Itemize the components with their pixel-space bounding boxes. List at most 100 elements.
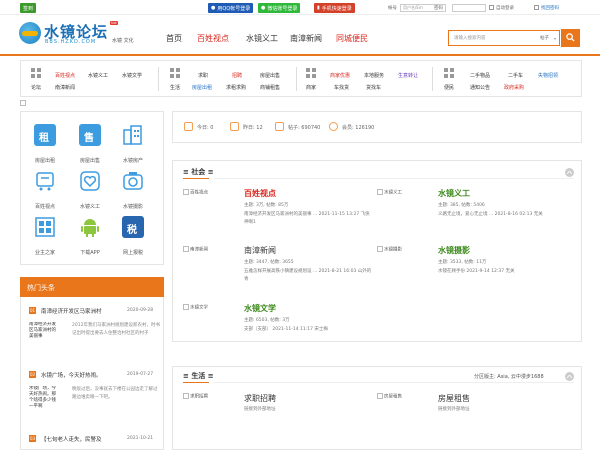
forum-desc: 链接到外部地址 xyxy=(244,407,276,412)
cat-link-tongzhi[interactable]: 通知公告 xyxy=(470,84,490,91)
search-button[interactable] xyxy=(561,29,580,47)
forum-title[interactable]: 房屋租售 xyxy=(438,393,470,404)
tile-label[interactable]: 水镜房产 xyxy=(113,157,153,164)
cat-link-qiuzhi[interactable]: 求职 xyxy=(198,72,208,79)
cat-link-youhui[interactable]: 商家优惠 xyxy=(330,72,350,79)
forum-last-post[interactable]: 支部（支部） 2021-11-14 11:17 宋士梅 xyxy=(244,326,328,332)
forum-title[interactable]: 水镜义工 xyxy=(438,188,470,199)
forum-title[interactable]: 求职招聘 xyxy=(244,393,276,404)
chevron-down-icon: ▾ xyxy=(554,36,557,41)
nav-yigong[interactable]: 水镜义工 xyxy=(246,33,278,44)
camera-icon[interactable] xyxy=(122,170,144,192)
section-underline xyxy=(183,382,209,383)
sale-icon[interactable]: 售 xyxy=(79,124,101,146)
forum-image[interactable]: 百姓视点 xyxy=(183,189,233,196)
grid-icon xyxy=(170,68,180,78)
logo-wave xyxy=(22,31,38,36)
account-label: 帐号 xyxy=(388,6,397,11)
forum-last-post[interactable]: 南漳经济开发区马家洲村的美丽事 ... 2021-11-15 13:27 飞侠神… xyxy=(244,211,374,227)
cart-icon[interactable] xyxy=(34,170,56,192)
nav-home[interactable]: 首页 xyxy=(166,33,182,44)
section-moderators[interactable]: 分区版主: Asia, 云中漫步1688 xyxy=(474,373,544,380)
hot-rank-badge: 01 xyxy=(29,307,36,314)
section-underline xyxy=(183,178,209,179)
home-icon[interactable] xyxy=(34,216,56,238)
cat-link-yigong[interactable]: 水镜义工 xyxy=(88,72,108,79)
tile-label[interactable]: 水镜摄影 xyxy=(113,203,153,210)
forum-last-post[interactable]: 五雅怎样开展高铁小镇建设规划设 ... 2021-8-21 16:03 山外的青 xyxy=(244,268,374,284)
tile-label[interactable]: 百姓视点 xyxy=(25,203,65,210)
nav-news[interactable]: 南漳新闻 xyxy=(290,33,322,44)
building-icon[interactable] xyxy=(122,124,144,146)
cat-link-huozhaoche[interactable]: 货找车 xyxy=(366,84,381,91)
forum-image[interactable]: 水镜文学 xyxy=(183,304,233,311)
tax-icon[interactable]: 税 xyxy=(122,216,144,238)
android-icon[interactable] xyxy=(79,216,101,238)
rent-icon[interactable]: 租 xyxy=(34,124,56,146)
signin-button[interactable]: 签到 xyxy=(20,3,37,13)
android-svg xyxy=(81,219,99,237)
cat-link-news[interactable]: 南漳新闻 xyxy=(55,84,75,91)
hot-item-date: 2020-09-28 xyxy=(127,308,154,313)
cat-link-shangpu[interactable]: 商铺租售 xyxy=(260,84,280,91)
stat-members: 会员: 126190 xyxy=(342,125,375,131)
password-input[interactable] xyxy=(452,4,486,12)
cat-group-bianmin: 便民 xyxy=(444,85,455,91)
cat-link-zhuanrang[interactable]: 生意转让 xyxy=(398,72,418,79)
cart-svg xyxy=(36,172,54,191)
forum-last-post[interactable]: 义路无止境，爱心无止境 ... 2021-8-16 02:13 无关 xyxy=(438,211,543,217)
cat-link-ershouche[interactable]: 二手车 xyxy=(508,72,523,79)
forum-meta: 主题: 6503, 帖数: 3万 xyxy=(244,318,290,323)
forum-image[interactable]: 房屋租售 xyxy=(377,393,427,400)
forum-title[interactable]: 水镜摄影 xyxy=(438,245,470,256)
cat-link-ershou[interactable]: 二手物品 xyxy=(470,72,490,79)
qq-login-button[interactable]: ● 用QQ帐号登录 xyxy=(208,3,254,13)
cat-link-caigou[interactable]: 政府采购 xyxy=(504,84,524,91)
forum-image[interactable]: 水镜义工 xyxy=(377,189,427,196)
wechat-login-button[interactable]: ● 微信账号登录 xyxy=(258,3,301,13)
heart-icon[interactable] xyxy=(79,170,101,192)
hot-item-title[interactable]: 南漳经济开发区马家洲村 xyxy=(41,307,102,315)
forum-title[interactable]: 南漳新闻 xyxy=(244,245,276,256)
tile-label[interactable]: 业主之家 xyxy=(25,249,65,256)
auto-login-label: 自动登录 xyxy=(496,6,514,11)
phone-login-button[interactable]: ▮ 手机快速登录 xyxy=(314,3,355,13)
tile-label[interactable]: 房屋出租 xyxy=(25,157,65,164)
forum-last-post[interactable]: 水镜在顾手份 2021-9-14 12:37 无关 xyxy=(438,268,515,274)
cat-link-fangwu-rent[interactable]: 房屋出租 xyxy=(192,84,212,91)
cat-link-zhaopin[interactable]: 招聘 xyxy=(232,72,242,79)
hot-item-image[interactable]: 南漳经济开发区马家洲村的美丽事 xyxy=(29,322,57,350)
cat-link-shiwu[interactable]: 失物招领 xyxy=(538,72,558,79)
tile-label[interactable]: 网上报税 xyxy=(113,249,153,256)
nav-bianmin[interactable]: 同城便民 xyxy=(336,33,368,44)
tile-label[interactable]: 水镜义工 xyxy=(70,203,110,210)
cat-group-forum: 论坛 xyxy=(31,85,42,91)
document-icon xyxy=(275,122,284,131)
tile-label[interactable]: 房屋出售 xyxy=(70,157,110,164)
forum-image[interactable]: 水镜摄影 xyxy=(377,246,427,253)
rent-icon-glyph: 租 xyxy=(39,133,49,144)
user-icon xyxy=(329,122,338,131)
collapse-toggle[interactable] xyxy=(565,372,574,381)
cat-link-chezhaohuo[interactable]: 车找货 xyxy=(334,84,349,91)
forgot-password-link[interactable]: 找回密码 xyxy=(541,5,559,11)
grid-icon xyxy=(444,68,454,78)
auto-login-checkbox[interactable] xyxy=(489,5,494,10)
forum-image[interactable]: 南漳新闻 xyxy=(183,246,233,253)
forum-title[interactable]: 百姓视点 xyxy=(244,188,276,199)
cat-link-qiuzu[interactable]: 求租求购 xyxy=(226,84,246,91)
cat-link-fangwu-sale[interactable]: 房屋出售 xyxy=(260,72,280,79)
cat-link-fuwu[interactable]: 本地服务 xyxy=(364,72,384,79)
hot-item-title[interactable]: 【七旬老人走失，民警及 xyxy=(41,435,102,443)
forum-image[interactable]: 求职招聘 xyxy=(183,393,233,400)
hot-item-image[interactable]: 水镜广场，今天好热闹。那个啥得多少钱一平啊 xyxy=(29,386,57,414)
forum-title[interactable]: 水镜文学 xyxy=(244,303,276,314)
hot-item-title[interactable]: 水镜广场，今天好热闹。 xyxy=(41,371,102,379)
forgot-password-checkbox[interactable] xyxy=(534,5,539,10)
tile-label[interactable]: 下载APP xyxy=(70,249,110,256)
cat-link-wenxue[interactable]: 水镜文学 xyxy=(122,72,142,79)
search-category-select[interactable]: 帖子 xyxy=(540,35,549,41)
collapse-toggle[interactable] xyxy=(565,168,574,177)
nav-baixing[interactable]: 百姓视点 xyxy=(197,33,229,44)
cat-link-baixing[interactable]: 百姓视点 xyxy=(55,72,75,79)
